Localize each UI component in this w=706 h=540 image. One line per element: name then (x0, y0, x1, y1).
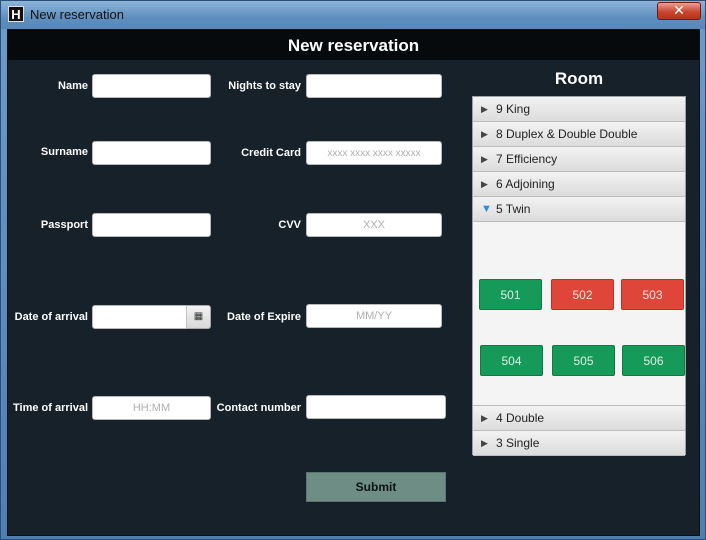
name-label: Name (58, 80, 88, 92)
chevron-right-icon: ▶ (481, 413, 488, 423)
room-title: Room (554, 69, 604, 88)
cvv-label: CVV (278, 219, 301, 231)
room-group-label: 8 Duplex & Double Double (496, 127, 638, 141)
nights-to-stay-input[interactable] (306, 74, 442, 98)
surname-input[interactable] (92, 141, 211, 165)
name-input[interactable] (92, 74, 211, 98)
date-of-expire-input[interactable] (306, 304, 442, 328)
room-group-3-single[interactable]: ▶ 3 Single (473, 431, 685, 456)
contact-number-input[interactable] (306, 395, 446, 419)
passport-label: Passport (40, 219, 88, 231)
page-title: New reservation (287, 36, 420, 55)
date-of-arrival-input[interactable] (92, 305, 187, 329)
chevron-right-icon: ▶ (481, 154, 488, 164)
room-group-6-adjoining[interactable]: ▶ 6 Adjoining (473, 172, 685, 197)
chevron-right-icon: ▶ (481, 438, 488, 448)
room-group-8-duplex[interactable]: ▶ 8 Duplex & Double Double (473, 122, 685, 147)
credit-card-input[interactable] (306, 141, 442, 165)
calendar-icon: ▦ (193, 311, 204, 322)
close-button[interactable]: ✕ (657, 2, 701, 20)
credit-card-label: Credit Card (241, 147, 301, 159)
room-accordion: ▶ 9 King ▶ 8 Duplex & Double Double ▶ 7 … (472, 96, 686, 456)
room-button-506[interactable]: 506 (622, 345, 685, 376)
room-button-503[interactable]: 503 (621, 279, 684, 310)
room-group-7-efficiency[interactable]: ▶ 7 Efficiency (473, 147, 685, 172)
room-group-label: 7 Efficiency (496, 152, 558, 166)
room-button-501[interactable]: 501 (479, 279, 542, 310)
room-group-label: 9 King (496, 102, 531, 116)
app-logo-icon: H (8, 6, 24, 22)
room-button-504[interactable]: 504 (480, 345, 543, 376)
date-of-arrival-label: Date of arrival (14, 311, 88, 323)
app-window: H New reservation ✕ New reservation Name… (0, 0, 706, 540)
room-group-label: 6 Adjoining (496, 177, 555, 191)
surname-label: Surname (40, 146, 88, 158)
cvv-input[interactable] (306, 213, 442, 237)
nights-to-stay-label: Nights to stay (228, 80, 301, 92)
reservation-panel: New reservation Name Surname Passport Da… (7, 29, 700, 536)
room-group-5-twin[interactable]: ▼ 5 Twin (473, 197, 685, 222)
chevron-right-icon: ▶ (481, 104, 488, 114)
window-title: New reservation (30, 7, 124, 22)
room-button-505[interactable]: 505 (552, 345, 615, 376)
room-button-502[interactable]: 502 (551, 279, 614, 310)
date-of-expire-label: Date of Expire (227, 311, 301, 323)
chevron-right-icon: ▶ (481, 179, 488, 189)
submit-button[interactable]: Submit (306, 472, 446, 502)
chevron-right-icon: ▶ (481, 129, 488, 139)
room-group-label: 4 Double (496, 411, 545, 425)
room-group-5-twin-content: 501 502 503 504 505 506 (473, 222, 685, 406)
header-bar: New reservation (8, 30, 699, 60)
room-group-4-double[interactable]: ▶ 4 Double (473, 406, 685, 431)
room-group-9-king[interactable]: ▶ 9 King (473, 97, 685, 122)
chevron-down-icon: ▼ (481, 203, 492, 215)
room-group-label: 3 Single (496, 436, 540, 450)
time-of-arrival-input[interactable] (92, 396, 211, 420)
contact-number-label: Contact number (216, 402, 301, 414)
passport-input[interactable] (92, 213, 211, 237)
time-of-arrival-label: Time of arrival (13, 402, 88, 414)
room-group-label: 5 Twin (496, 202, 531, 216)
window-titlebar[interactable]: H New reservation ✕ (1, 1, 705, 29)
